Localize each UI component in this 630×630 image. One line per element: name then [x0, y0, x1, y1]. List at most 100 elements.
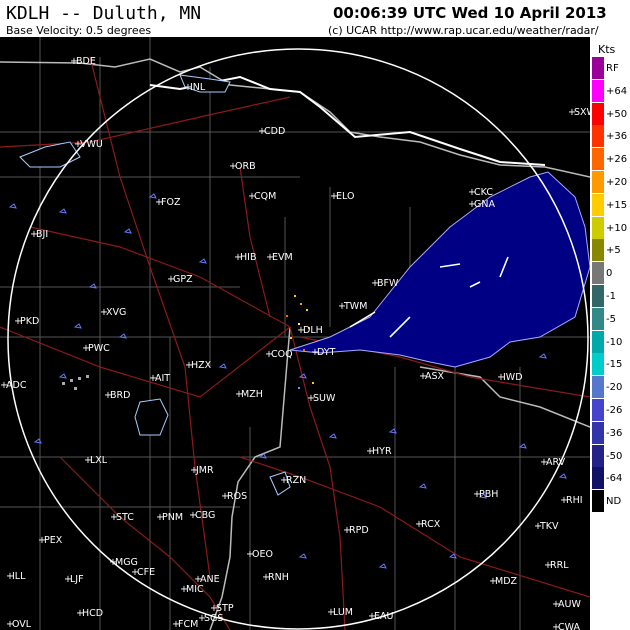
station-label-lum: LUM — [333, 607, 353, 618]
station-ill: +ILL — [6, 571, 26, 582]
station-foz: +FOZ — [155, 197, 181, 208]
legend-item: -36 — [590, 421, 630, 444]
station-label-hzx: HZX — [191, 360, 212, 371]
station-cdd: +CDD — [258, 126, 285, 137]
legend-swatch — [592, 399, 604, 421]
legend-item: -26 — [590, 399, 630, 421]
legend-swatch — [592, 376, 604, 399]
station-vwu: +VWU — [74, 139, 103, 150]
station-label-coq: COQ — [271, 349, 293, 360]
legend-label: 0 — [606, 268, 613, 280]
legend-swatch — [592, 444, 604, 467]
station-label-pkd: PKD — [20, 316, 39, 327]
station-label-vwu: VWU — [80, 139, 103, 150]
radar-window: KDLH -- Duluth, MN Base Velocity: 0.5 de… — [0, 0, 630, 630]
radar-map: +BDE +INL +CDD +ORB +CQM +ELO +CKC +GNA … — [0, 37, 590, 630]
legend-item: -64 — [590, 467, 630, 490]
station-bfw: +BFW — [371, 278, 399, 289]
station-label-rpd: RPD — [349, 525, 369, 536]
legend-label: ND — [606, 496, 622, 508]
legend-label: -1 — [606, 291, 616, 302]
station-label-rnh: RNH — [268, 572, 289, 583]
legend-swatch — [592, 490, 604, 513]
legend-swatch — [592, 57, 604, 79]
station-evm: +EVM — [266, 252, 293, 263]
station-lxl: +LXL — [84, 455, 108, 466]
station-rrl: +RRL — [544, 560, 569, 571]
station-label-pwc: PWC — [88, 343, 110, 354]
station-label-iwd: IWD — [503, 372, 523, 383]
legend-label: +64 — [606, 85, 628, 97]
station-label-ill: ILL — [12, 571, 26, 582]
station-ckc: +CKC — [468, 187, 493, 198]
station-eau: +EAU — [368, 611, 394, 622]
station-auw: +AUW — [552, 599, 581, 610]
legend-item: 0 — [590, 262, 630, 285]
station-jmr: +JMR — [190, 465, 214, 476]
legend-label: -10 — [606, 336, 623, 348]
station-label-ckc: CKC — [474, 187, 493, 198]
legend-item: +26 — [590, 148, 630, 171]
station-ljf: +LJF — [64, 574, 84, 585]
legend-swatch — [592, 307, 604, 330]
station-label-rhi: RHI — [566, 495, 583, 506]
station-label-stc: STC — [116, 512, 134, 523]
station-label-ros: ROS — [227, 491, 247, 502]
station-label-suw: SUW — [313, 393, 336, 404]
legend-item: -50 — [590, 444, 630, 467]
station-hzx: +HZX — [185, 360, 212, 371]
legend-swatch — [592, 285, 604, 307]
station-ait: +AIT — [149, 373, 170, 384]
legend-item: +15 — [590, 193, 630, 216]
legend-label: +10 — [606, 222, 628, 234]
station-iwd: +IWD — [497, 372, 523, 383]
legend-label: +26 — [606, 154, 628, 166]
station-rhi: +RHI — [560, 495, 583, 506]
legend-swatch — [592, 330, 604, 353]
station-pex: +PEX — [38, 535, 63, 546]
legend-swatch — [592, 79, 604, 102]
station-orb: +ORB — [229, 161, 256, 172]
station-label-cbg: CBG — [195, 510, 215, 521]
legend-label: +20 — [606, 177, 628, 188]
station-label-jmr: JMR — [195, 465, 214, 476]
station-label-pex: PEX — [44, 535, 63, 546]
station-bde: +BDE — [70, 56, 96, 67]
legend-swatch — [592, 467, 604, 490]
station-label-cwa: CWA — [558, 622, 581, 630]
station-label-eau: EAU — [374, 611, 394, 622]
legend-item: +64 — [590, 79, 630, 102]
legend-label: +5 — [606, 245, 621, 257]
station-label-asx: ASX — [425, 371, 445, 382]
legend-swatch — [592, 193, 604, 216]
velocity-legend: Kts RF +64 +50 +36 +26 +20 +15 +10 +5 0 -1 -5 -10 -15… — [590, 37, 630, 630]
station-label-hib: HIB — [240, 252, 256, 263]
legend-unit-label: Kts — [598, 43, 616, 56]
legend-swatch — [592, 125, 604, 148]
station-label-dlh: DLH — [303, 325, 323, 336]
station-ros: +ROS — [221, 491, 247, 502]
station-label-brd: BRD — [110, 390, 130, 401]
legend-swatch — [592, 262, 604, 285]
station-cbg: +CBG — [189, 510, 215, 521]
station-asx: +ASX — [419, 371, 445, 382]
station-twm: +TWM — [338, 301, 367, 312]
station-label-mdz: MDZ — [495, 576, 518, 587]
station-label-ait: AIT — [155, 373, 170, 384]
station-label-gpz: GPZ — [173, 274, 193, 285]
station-rpd: +RPD — [343, 525, 369, 536]
station-mdz: +MDZ — [489, 576, 518, 587]
legend-item: +5 — [590, 239, 630, 262]
station-coq: +COQ — [265, 349, 293, 360]
station-pkd: +PKD — [14, 316, 39, 327]
station-ovl: +OVL — [6, 619, 32, 630]
station-cwa: +CWA — [552, 622, 581, 630]
station-label-tkv: TKV — [539, 521, 559, 532]
station-label-pbh: PBH — [479, 489, 498, 500]
legend-item: ND — [590, 490, 630, 513]
station-label-oeo: OEO — [252, 549, 273, 560]
legend-item: -15 — [590, 353, 630, 376]
station-adc: +ADC — [0, 380, 27, 391]
product-subtitle: Base Velocity: 0.5 degrees — [6, 24, 152, 37]
credit-url: (c) UCAR http://www.rap.ucar.edu/weather… — [328, 24, 599, 37]
